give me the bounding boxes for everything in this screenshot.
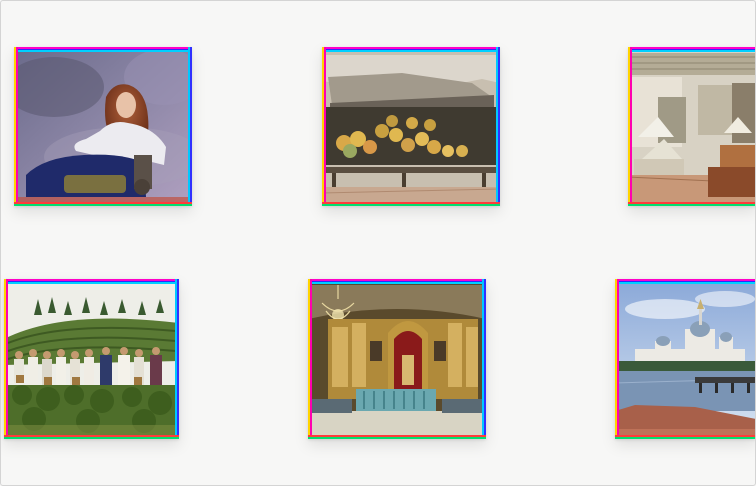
color-fringe-top [322,47,500,52]
photo-gallery [0,0,756,486]
color-fringe-left [615,279,619,439]
color-fringe-right [175,279,179,439]
color-fringe-top [4,279,179,284]
photo-portrait-woman-image [14,47,192,206]
color-fringe-right [496,47,500,206]
photo-card-church-interior[interactable] [308,279,486,439]
color-fringe-bottom [615,435,756,439]
photo-card-tea-plantation[interactable] [4,279,179,439]
photo-monastery-lake-image [615,279,756,439]
color-fringe-bottom [322,202,500,206]
photo-shop-interior-image [628,47,756,206]
color-fringe-top [615,279,756,284]
color-fringe-top [308,279,486,284]
photo-melon-market-image [322,47,500,206]
color-fringe-top [14,47,192,52]
color-fringe-left [4,279,8,439]
color-fringe-bottom [308,435,486,439]
photo-card-portrait-woman[interactable] [14,47,192,206]
color-fringe-top [628,47,756,52]
color-fringe-bottom [628,202,756,206]
photo-card-shop-interior[interactable] [628,47,756,206]
color-fringe-left [14,47,18,206]
color-fringe-bottom [14,202,192,206]
photo-card-monastery-lake[interactable] [615,279,756,439]
photo-tea-plantation-image [4,279,179,439]
photo-card-melon-market[interactable] [322,47,500,206]
color-fringe-left [308,279,312,439]
color-fringe-left [628,47,632,206]
photo-church-interior-image [308,279,486,439]
color-fringe-bottom [4,435,179,439]
color-fringe-right [188,47,192,206]
color-fringe-left [322,47,326,206]
color-fringe-right [482,279,486,439]
